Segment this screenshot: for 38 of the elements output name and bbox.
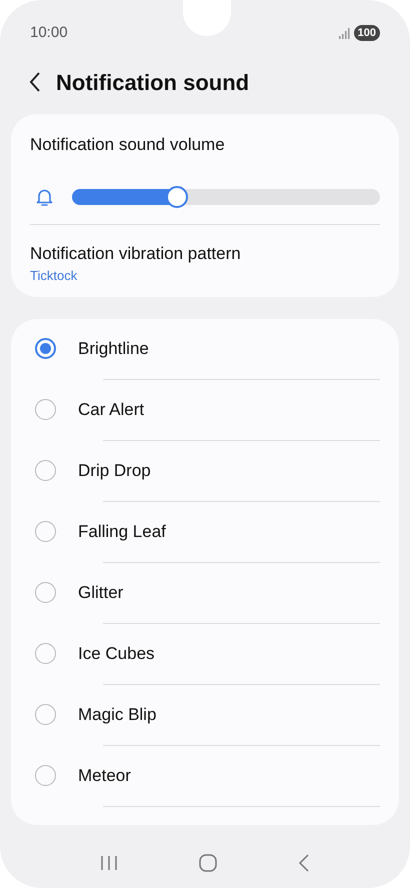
sound-name: Drip Drop	[78, 460, 151, 482]
radio-button[interactable]	[35, 338, 56, 359]
sound-name: Magic Blip	[78, 704, 156, 726]
sound-option[interactable]: Drip Drop	[35, 440, 399, 500]
radio-button[interactable]	[35, 460, 56, 481]
sound-name: Falling Leaf	[78, 520, 166, 543]
sound-name: Brightline	[78, 338, 149, 360]
sound-name: Ice Cubes	[78, 642, 155, 665]
radio-button[interactable]	[35, 582, 56, 603]
radio-button[interactable]	[35, 643, 56, 664]
volume-slider[interactable]	[72, 189, 380, 205]
sound-name: Glitter	[78, 582, 124, 604]
back-icon[interactable]	[28, 71, 42, 93]
sound-option[interactable]: Falling Leaf	[35, 502, 399, 562]
slider-thumb[interactable]	[166, 186, 188, 208]
sound-option[interactable]: Meteor	[35, 746, 399, 806]
sound-option[interactable]: Ice Cubes	[35, 624, 399, 684]
page-title: Notification sound	[56, 68, 250, 96]
sound-name: Car Alert	[78, 398, 144, 421]
battery-level: 100	[354, 25, 380, 41]
signal-icon	[338, 28, 350, 38]
back-nav-icon[interactable]	[298, 854, 310, 872]
recent-apps-icon[interactable]	[100, 854, 118, 870]
status-time: 10:00	[30, 22, 68, 43]
vibration-label[interactable]: Notification vibration pattern	[30, 240, 380, 266]
radio-button[interactable]	[35, 704, 56, 725]
sound-option[interactable]: Car Alert	[35, 380, 399, 440]
radio-button[interactable]	[35, 399, 56, 420]
radio-button[interactable]	[35, 521, 56, 542]
volume-label: Notification sound volume	[30, 134, 226, 156]
home-icon[interactable]	[198, 854, 217, 872]
vibration-value: Ticktock	[30, 267, 78, 285]
sound-option[interactable]: Brightline	[35, 318, 399, 378]
bell-icon	[36, 188, 53, 206]
sound-name: Meteor	[78, 764, 131, 787]
sound-option[interactable]: Magic Blip	[35, 684, 399, 744]
radio-button[interactable]	[35, 765, 56, 786]
sound-option[interactable]: Glitter	[35, 562, 399, 622]
